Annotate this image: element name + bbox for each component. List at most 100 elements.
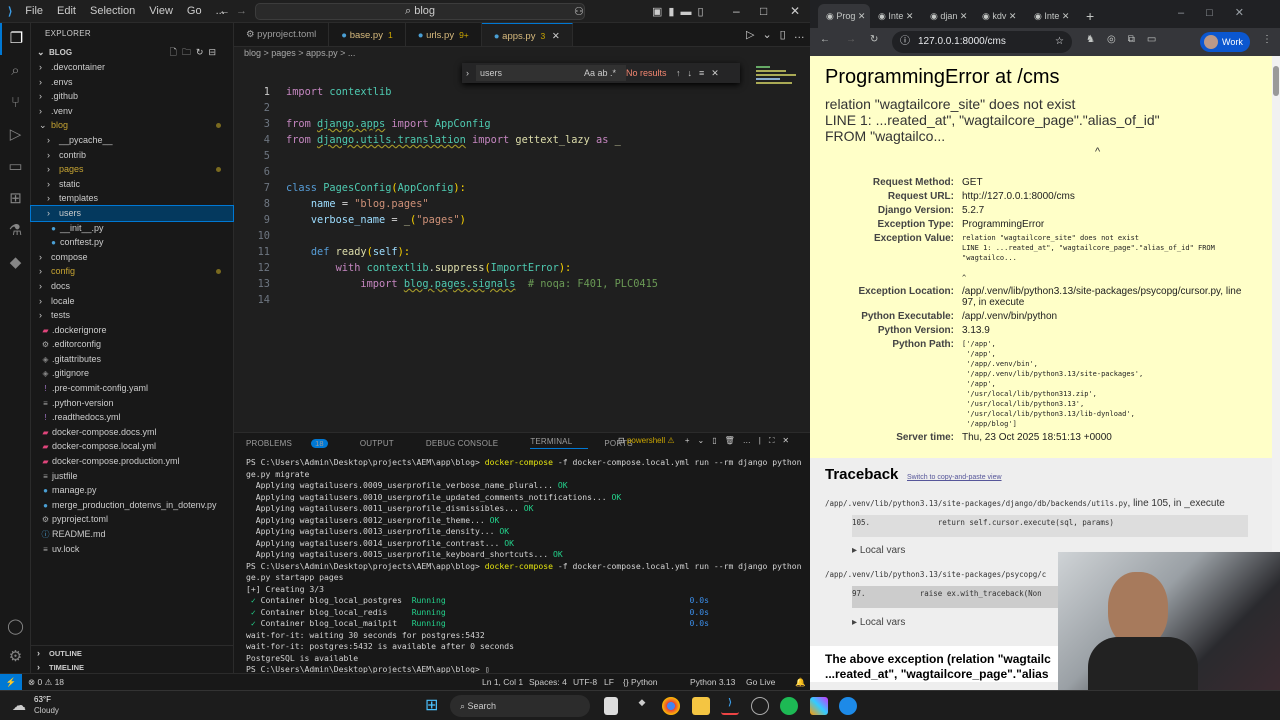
- spotify-icon[interactable]: [780, 697, 798, 715]
- tree-item[interactable]: ≡ .python-version: [31, 396, 233, 411]
- docker-desktop-icon[interactable]: [839, 697, 857, 715]
- minimize-button[interactable]: –: [733, 4, 740, 18]
- find-nav-buttons[interactable]: ↑↓≡✕: [676, 63, 726, 83]
- close-button[interactable]: ✕: [790, 4, 800, 18]
- minimap[interactable]: [756, 64, 802, 94]
- tree-item[interactable]: › users: [30, 204, 234, 222]
- remote-indicator[interactable]: ⚡: [0, 674, 22, 690]
- tree-item[interactable]: › __pycache__: [31, 133, 233, 148]
- bookmark-star-icon[interactable]: ☆: [1055, 31, 1064, 53]
- tree-item[interactable]: › compose: [31, 250, 233, 265]
- timeline-section[interactable]: › TIMELINE: [31, 660, 234, 674]
- forward-icon[interactable]: →: [236, 5, 247, 17]
- toggle-replace-icon[interactable]: ›: [466, 63, 469, 83]
- tree-item[interactable]: ◈ .gitignore: [31, 366, 233, 381]
- editor-actions[interactable]: ▷⌄▯…: [746, 28, 813, 41]
- problems-status[interactable]: ⊗ 0 ⚠ 18: [28, 674, 64, 690]
- workspace-root[interactable]: ⌄ BLOG 🗋🗀↻⊟: [31, 45, 233, 60]
- account-icon[interactable]: ◯: [0, 611, 31, 643]
- tree-item[interactable]: › .github: [31, 89, 233, 104]
- panel-tab[interactable]: PROBLEMS 18: [246, 438, 344, 448]
- tree-item[interactable]: › .envs: [31, 75, 233, 90]
- switch-view-link[interactable]: Switch to copy-and-paste view: [907, 474, 1002, 481]
- back-icon[interactable]: ←: [219, 5, 230, 17]
- cursor-position[interactable]: Ln 1, Col 1: [482, 674, 523, 690]
- forward-icon[interactable]: →: [846, 34, 856, 45]
- remote-explorer-icon[interactable]: ▭: [0, 151, 31, 183]
- menu-item[interactable]: Edit: [50, 5, 83, 17]
- close-tab-icon[interactable]: ✕: [549, 31, 560, 42]
- python-interpreter[interactable]: Python 3.13: [690, 674, 735, 690]
- tree-item[interactable]: › .devcontainer: [31, 60, 233, 75]
- panel-tab[interactable]: DEBUG CONSOLE: [426, 439, 514, 448]
- panel-tab[interactable]: TERMINAL: [530, 437, 589, 449]
- window-controls[interactable]: –□✕: [1178, 6, 1266, 19]
- breadcrumb[interactable]: blog > pages > apps.py > ...: [244, 48, 355, 58]
- copilot-icon[interactable]: ⚇: [574, 5, 584, 18]
- tree-item[interactable]: › locale: [31, 294, 233, 309]
- encoding[interactable]: UTF-8: [573, 674, 597, 690]
- app-icon[interactable]: ◆: [633, 697, 651, 715]
- go-live[interactable]: Go Live: [746, 674, 775, 690]
- testing-icon[interactable]: ⚗: [0, 215, 31, 247]
- tree-item[interactable]: › docs: [31, 279, 233, 294]
- tree-item[interactable]: ⌄ blog: [31, 118, 233, 133]
- close-tab-icon[interactable]: ✕: [957, 11, 968, 21]
- chrome-icon[interactable]: [662, 697, 680, 715]
- browser-tab[interactable]: ◉ kdv ✕: [974, 4, 1026, 28]
- tree-item[interactable]: › static: [31, 177, 233, 192]
- tree-item[interactable]: › config: [31, 264, 233, 279]
- menu-item[interactable]: File: [18, 5, 50, 17]
- tree-item[interactable]: › tests: [31, 308, 233, 323]
- explorer-icon[interactable]: ❐: [0, 23, 31, 55]
- tree-item[interactable]: ● merge_production_dotenvs_in_dotenv.py: [31, 498, 233, 513]
- tree-item[interactable]: ▰ docker-compose.local.yml: [31, 439, 233, 454]
- tree-item[interactable]: ! .pre-commit-config.yaml: [31, 381, 233, 396]
- tree-item[interactable]: ▰ .dockerignore: [31, 323, 233, 338]
- editor-tab[interactable]: ● apps.py 3 ✕: [481, 23, 573, 46]
- start-button[interactable]: ⊞: [425, 697, 443, 715]
- editor-tab[interactable]: ● urls.py 9+: [406, 23, 482, 46]
- browser-tab[interactable]: ◉ djan ✕: [922, 4, 974, 28]
- tree-item[interactable]: ⚙ .editorconfig: [31, 337, 233, 352]
- local-vars-toggle[interactable]: ▸ Local vars: [852, 545, 905, 556]
- file-explorer-icon[interactable]: [692, 697, 710, 715]
- address-bar[interactable]: ⓘ 127.0.0.1:8000/cms ☆: [892, 31, 1072, 53]
- settings-gear-icon[interactable]: ⚙: [0, 641, 31, 673]
- menu-item[interactable]: View: [142, 5, 180, 17]
- tree-item[interactable]: ● __init__.py: [31, 221, 233, 236]
- tree-item[interactable]: › contrib: [31, 148, 233, 163]
- code-editor[interactable]: 1 import contextlib 2 3 from django.apps imp…: [234, 84, 794, 308]
- docker-icon[interactable]: ◆: [0, 247, 31, 279]
- maximize-button[interactable]: □: [760, 4, 767, 18]
- taskbar-search[interactable]: ⌕ Search: [450, 695, 590, 717]
- new-tab-button[interactable]: +: [1078, 4, 1094, 28]
- tree-item[interactable]: ● conftest.py: [31, 235, 233, 250]
- command-center-search[interactable]: ⌕ blog: [255, 3, 585, 20]
- close-tab-icon[interactable]: ✕: [855, 11, 866, 21]
- back-icon[interactable]: ←: [820, 34, 830, 45]
- explorer-actions[interactable]: 🗋🗀↻⊟: [170, 45, 221, 60]
- find-options[interactable]: Aa ab .*: [584, 63, 616, 83]
- tree-item[interactable]: › templates: [31, 191, 233, 206]
- eol[interactable]: LF: [604, 674, 614, 690]
- indentation[interactable]: Spaces: 4: [529, 674, 567, 690]
- close-tab-icon[interactable]: ✕: [1006, 11, 1017, 21]
- tree-item[interactable]: ⚙ pyproject.toml: [31, 512, 233, 527]
- obs-icon[interactable]: [751, 697, 769, 715]
- panel-tab[interactable]: OUTPUT: [360, 439, 410, 448]
- browser-tab[interactable]: ◉ Inte ✕: [1026, 4, 1078, 28]
- language-mode[interactable]: {} Python: [623, 674, 658, 690]
- menu-item[interactable]: Go: [180, 5, 209, 17]
- tree-item[interactable]: ▰ docker-compose.docs.yml: [31, 425, 233, 440]
- menu-item[interactable]: Selection: [83, 5, 142, 17]
- extensions-icon[interactable]: ⊞: [0, 183, 31, 215]
- tree-item[interactable]: ◈ .gitattributes: [31, 352, 233, 367]
- close-tab-icon[interactable]: ✕: [1059, 11, 1070, 21]
- browser-tab[interactable]: ◉ Inte ✕: [870, 4, 922, 28]
- notifications-icon[interactable]: 🔔: [795, 674, 806, 690]
- task-view-icon[interactable]: [604, 697, 618, 715]
- tree-item[interactable]: ● manage.py: [31, 483, 233, 498]
- tree-item[interactable]: ≡ uv.lock: [31, 542, 233, 557]
- extension-icons[interactable]: ♞◎⧉▭: [1086, 34, 1168, 45]
